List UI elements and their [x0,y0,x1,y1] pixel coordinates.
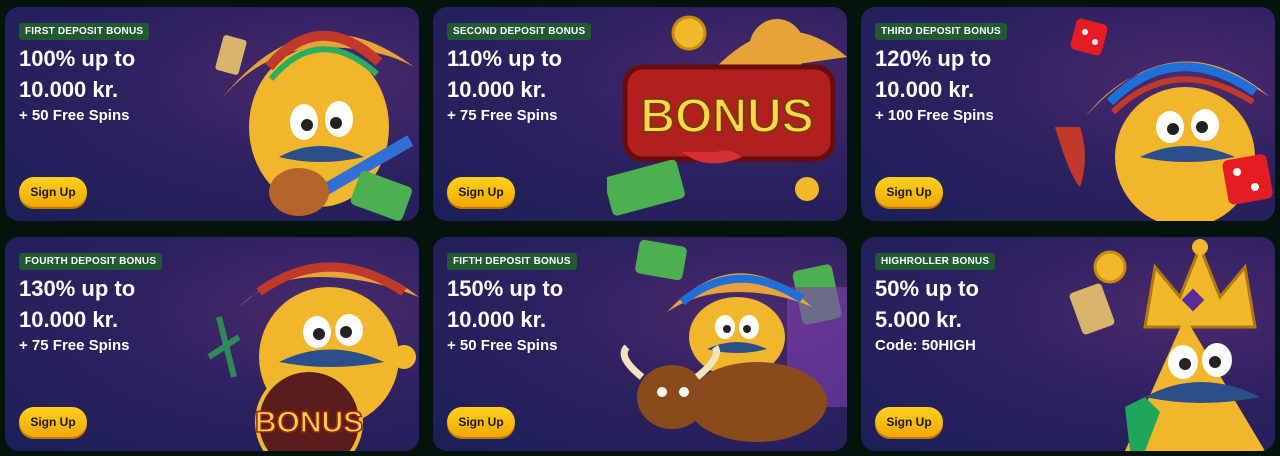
sign-up-button[interactable]: Sign Up [447,407,515,437]
bonus-percent: 100% up to [19,46,136,71]
bonus-badge: FIFTH DEPOSIT BONUS [447,253,577,270]
bonus-code: Code: 50HIGH [875,337,976,354]
bonus-card-highroller: HIGHROLLER BONUS 50% up to 5.000 kr. Cod… [861,237,1275,451]
bonus-card-fifth: FIFTH DEPOSIT BONUS 150% up to 10.000 kr… [433,237,847,451]
bonus-amount: 10.000 kr. [19,307,119,332]
bonus-extra: + 100 Free Spins [875,107,994,124]
sign-up-button[interactable]: Sign Up [875,177,943,207]
bonus-badge: HIGHROLLER BONUS [875,253,996,270]
bonus-badge: FOURTH DEPOSIT BONUS [19,253,163,270]
bonus-card-fourth: BONUS FOURTH DEPOSIT BONUS 130% up to 10… [5,237,419,451]
bonus-extra: + 75 Free Spins [447,107,558,124]
bonus-extra: + 50 Free Spins [19,107,130,124]
bonus-sign-text: BONUS [640,90,813,143]
bonus-sign-illustration: BONUS [607,15,847,216]
bonus-percent: 150% up to [447,276,564,301]
bonus-badge: THIRD DEPOSIT BONUS [875,23,1007,40]
bonus-percent: 120% up to [875,46,992,71]
bonus-amount: 5.000 kr. [875,307,962,332]
bonus-percent: 110% up to [447,46,562,71]
bonus-amount: 10.000 kr. [447,307,547,332]
bonus-percent: 50% up to [875,276,979,301]
bonus-amount: 10.000 kr. [447,77,547,102]
bonus-grid: FIRST DEPOSIT BONUS 100% up to 10.000 kr… [0,0,1280,456]
sign-up-button[interactable]: Sign Up [447,177,515,207]
bonus-extra: + 75 Free Spins [19,337,130,354]
nacho-bonus-wheel-illustration: BONUS [207,262,419,451]
sign-up-button[interactable]: Sign Up [19,407,87,437]
bonus-badge: SECOND DEPOSIT BONUS [447,23,592,40]
bonus-card-first: FIRST DEPOSIT BONUS 100% up to 10.000 kr… [5,7,419,221]
bonus-wheel-text: BONUS [255,406,363,439]
nacho-bull-illustration [620,239,847,442]
bonus-card-third: THIRD DEPOSIT BONUS 120% up to 10.000 kr… [861,7,1275,221]
nacho-dice-illustration [1055,18,1273,221]
bonus-percent: 130% up to [19,276,136,301]
bonus-amount: 10.000 kr. [19,77,119,102]
sign-up-button[interactable]: Sign Up [19,177,87,207]
bonus-card-second: BONUS SECOND DEPOSIT BONUS 110% up to 10… [433,7,847,221]
bonus-amount: 10.000 kr. [875,77,975,102]
nacho-guitar-illustration [215,30,414,221]
nacho-king-illustration [1069,239,1265,451]
bonus-badge: FIRST DEPOSIT BONUS [19,23,150,40]
bonus-extra: + 50 Free Spins [447,337,558,354]
sign-up-button[interactable]: Sign Up [875,407,943,437]
